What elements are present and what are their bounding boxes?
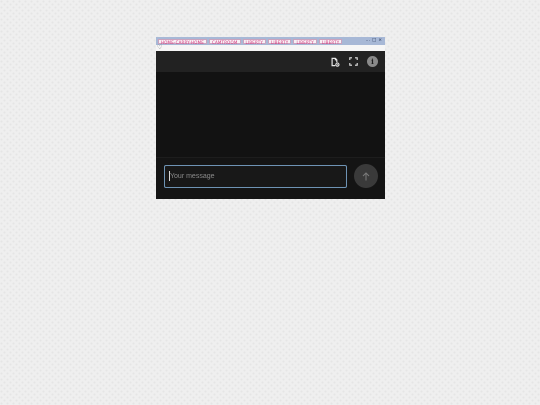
- tab-liberty-3[interactable]: LIBERTY: [293, 38, 317, 45]
- document-settings-button[interactable]: [329, 56, 340, 67]
- message-input[interactable]: [164, 165, 347, 188]
- maximize-button[interactable]: □: [372, 38, 376, 44]
- fullscreen-button[interactable]: [348, 56, 359, 67]
- document-settings-icon: [331, 57, 340, 67]
- info-icon: i: [371, 57, 374, 66]
- chat-toolbar: i: [156, 51, 385, 72]
- tab-camtroom[interactable]: CAMTROOM: [208, 38, 241, 45]
- tab-liberty-1[interactable]: LIBERTY: [242, 38, 266, 45]
- message-composer: [156, 157, 385, 199]
- send-button[interactable]: [354, 164, 378, 188]
- tab-home-carry-home[interactable]: HOME-CARRY-HOME: [158, 38, 207, 45]
- chat-messages-area: [156, 72, 385, 157]
- fullscreen-icon: [349, 57, 358, 66]
- embedded-window: HOME-CARRY-HOME CAMTROOM LIBERTY LIBERTY…: [156, 37, 385, 199]
- arrow-up-icon: [362, 171, 370, 180]
- chat-app: i: [156, 51, 385, 199]
- tab-liberty-2[interactable]: LIBERTY: [268, 38, 292, 45]
- minimize-button[interactable]: …: [365, 38, 370, 44]
- window-controls: … □ ×: [365, 38, 382, 44]
- tab-liberty-4[interactable]: LIBERTY: [318, 38, 343, 45]
- heart-icon[interactable]: ♡: [157, 44, 162, 51]
- info-button[interactable]: i: [367, 56, 378, 67]
- close-button[interactable]: ×: [378, 38, 382, 44]
- tab-bar: HOME-CARRY-HOME CAMTROOM LIBERTY LIBERTY…: [156, 37, 385, 45]
- text-caret: [169, 171, 170, 181]
